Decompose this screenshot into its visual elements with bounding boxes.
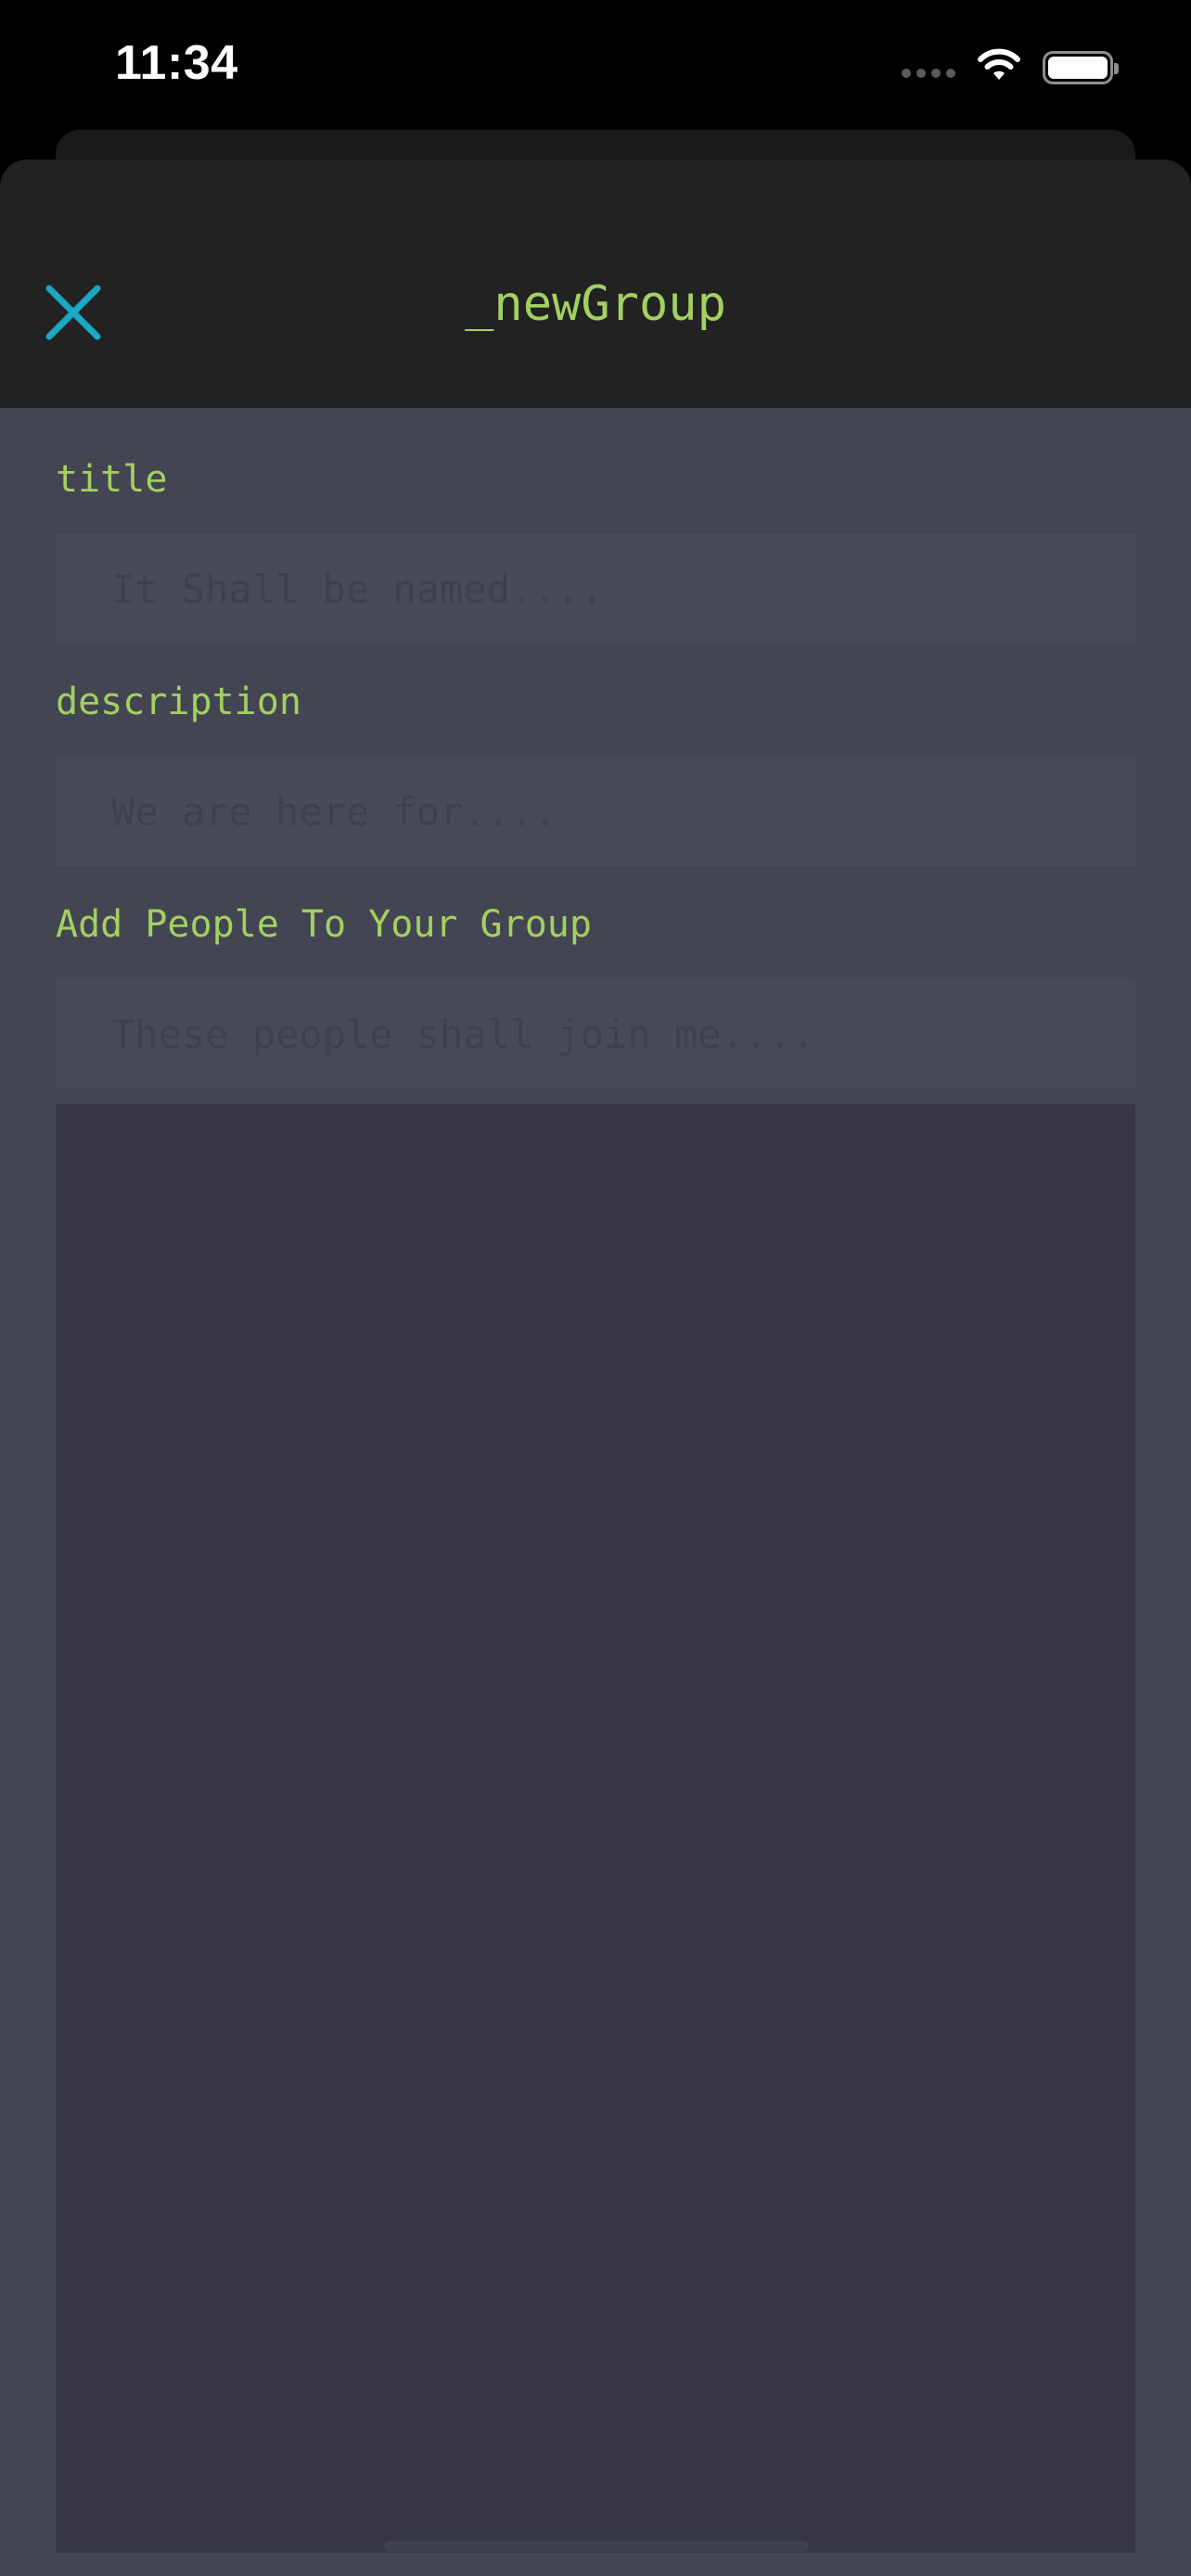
status-icons [902,46,1119,89]
description-input[interactable] [56,757,1135,866]
page-title: _newGroup [465,276,726,332]
add-people-label: Add People To Your Group [56,903,592,946]
people-list[interactable] [56,1104,1135,2553]
add-people-input[interactable] [56,979,1135,1089]
status-bar: 11:34 [0,0,1191,139]
sheet-header: _newGroup [0,159,1191,408]
description-label: description [56,681,301,723]
battery-icon [1043,51,1119,84]
status-time: 11:34 [115,36,238,90]
title-label: title [56,458,168,501]
home-indicator[interactable] [384,2541,809,2552]
wifi-icon [976,48,1022,88]
new-group-sheet: _newGroup title description Add People T… [0,159,1191,2576]
title-input[interactable] [56,534,1135,644]
cellular-signal-icon [902,46,955,89]
